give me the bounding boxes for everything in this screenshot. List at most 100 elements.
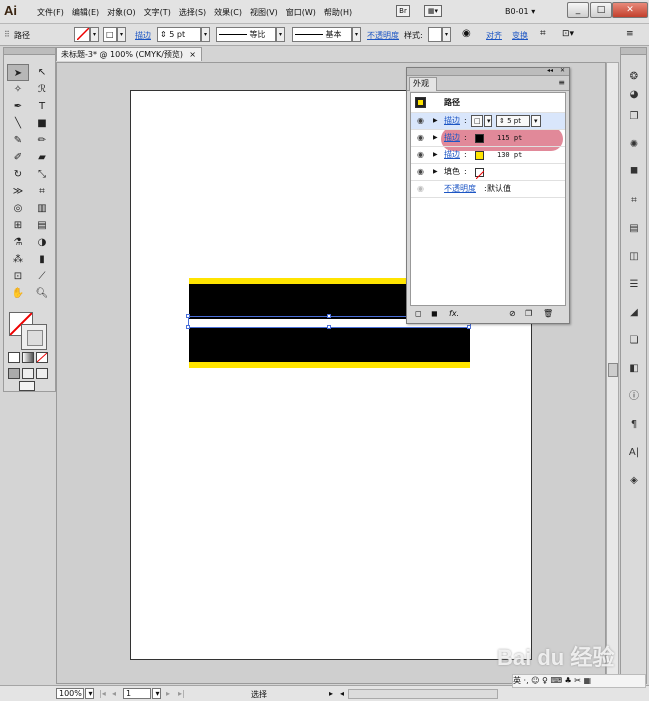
mesh-tool-icon[interactable]: ⊞ [7, 217, 29, 234]
panel-options-icon[interactable]: ≡ [558, 78, 565, 87]
last-artboard-icon[interactable]: ▸| [178, 689, 185, 698]
variable-width-profile[interactable]: 等比 [216, 27, 276, 42]
color-button[interactable] [8, 352, 20, 363]
close-panel-icon[interactable]: ✕ [560, 67, 565, 74]
opacity-link[interactable]: 不透明度 [367, 30, 399, 41]
handle-bottom-center[interactable] [327, 325, 331, 329]
menu-select[interactable]: 选择(S) [175, 7, 210, 18]
perspective-grid-tool-icon[interactable]: ▥ [31, 200, 53, 217]
menu-help[interactable]: 帮助(H) [320, 7, 356, 18]
magic-wand-tool-icon[interactable]: ✧ [7, 81, 29, 98]
minimize-button[interactable]: _ [567, 2, 589, 18]
zoom-level-field[interactable]: 100% [56, 688, 84, 699]
status-menu-icon[interactable]: ▸ [329, 689, 333, 698]
expand-triangle-icon[interactable]: ▶ [433, 147, 438, 163]
lasso-tool-icon[interactable]: ℛ [31, 81, 53, 98]
zoom-tool-icon[interactable]: 🔍︎ [31, 285, 53, 302]
panel-menu-icon[interactable]: ≡ [626, 29, 634, 39]
recolor-icon[interactable]: ◉ [462, 28, 471, 39]
visibility-eye-icon[interactable]: ◉ [417, 130, 424, 146]
pathfinder-icon[interactable]: ◫ [626, 250, 642, 264]
pen-tool-icon[interactable]: ✒ [7, 98, 29, 115]
collapse-panel-icon[interactable]: ◂◂ [547, 67, 553, 74]
handle-top-center[interactable] [327, 314, 331, 318]
opacity-row[interactable]: ◉ 不透明度 : 默认值 [411, 181, 565, 198]
handle-bottom-left[interactable] [186, 325, 190, 329]
brushes-icon[interactable]: ✺ [626, 138, 642, 152]
symbol-sprayer-tool-icon[interactable]: ⁂ [7, 251, 29, 268]
stroke-1-swatch-dropdown[interactable]: ▾ [484, 115, 492, 127]
rectangle-tool-icon[interactable]: ■ [31, 115, 53, 132]
stroke-swatch[interactable]: □ [103, 27, 117, 42]
clear-appearance-icon[interactable]: ⊘ [509, 309, 516, 318]
stroke-row-1[interactable]: ◉ ▶ 描边 : □ ▾ ⇕ 5 pt ▾ [411, 113, 565, 130]
free-transform-tool-icon[interactable]: ⌗ [31, 183, 53, 200]
visibility-eye-icon[interactable]: ◉ [417, 147, 424, 163]
stroke-1-weight-dropdown[interactable]: ▾ [531, 115, 541, 127]
color-icon[interactable]: ◕ [626, 88, 642, 102]
arrange-documents-icon[interactable]: ▦▾ [424, 5, 442, 17]
stroke-icon[interactable]: ☰ [626, 278, 642, 292]
draw-normal-icon[interactable] [8, 368, 20, 379]
add-effect-button[interactable]: fx. [449, 309, 459, 318]
gradient-icon[interactable]: ◢ [626, 306, 642, 320]
paintbrush-tool-icon[interactable]: ✎ [7, 132, 29, 149]
vertical-scrollbar[interactable] [606, 62, 619, 684]
handle-bottom-right[interactable] [467, 325, 471, 329]
align-icon[interactable]: ▤ [626, 222, 642, 236]
rotate-tool-icon[interactable]: ↻ [7, 166, 29, 183]
visibility-eye-icon[interactable]: ◉ [417, 113, 424, 129]
duplicate-item-icon[interactable]: ❐ [525, 309, 532, 318]
swatches-icon[interactable]: ❐ [626, 110, 642, 124]
artboard-tool-icon[interactable]: ⊡ [7, 268, 29, 285]
previous-artboard-icon[interactable]: ◂ [112, 689, 116, 698]
transform-link[interactable]: 变换 [512, 30, 528, 41]
scale-tool-icon[interactable]: ⤡ [31, 166, 53, 183]
close-window-button[interactable]: ✕ [612, 2, 648, 18]
column-graph-tool-icon[interactable]: ▮ [31, 251, 53, 268]
width-tool-icon[interactable]: ≫ [7, 183, 29, 200]
menu-window[interactable]: 窗口(W) [282, 7, 320, 18]
maximize-button[interactable]: □ [590, 2, 612, 18]
menu-edit[interactable]: 编辑(E) [68, 7, 103, 18]
menu-file[interactable]: 文件(F) [33, 7, 68, 18]
transparency-icon[interactable]: ❏ [626, 334, 642, 348]
menu-object[interactable]: 对象(O) [103, 7, 140, 18]
stroke-3-swatch[interactable] [475, 151, 484, 160]
line-tool-icon[interactable]: ╲ [7, 115, 29, 132]
document-tab[interactable]: 未标题-3* @ 100% (CMYK/预览) × [56, 47, 202, 61]
horizontal-scrollbar[interactable] [348, 689, 498, 699]
stroke-row-3[interactable]: ◉ ▶ 描边 : 130 pt [411, 147, 565, 164]
first-artboard-icon[interactable]: |◂ [99, 689, 106, 698]
stroke-dropdown[interactable]: ▾ [117, 27, 126, 42]
stroke-1-swatch[interactable]: □ [471, 115, 483, 127]
layers-icon[interactable]: ◈ [626, 474, 642, 488]
brush-dropdown[interactable]: ▾ [352, 27, 361, 42]
add-new-stroke-icon[interactable]: ◻ [415, 309, 422, 318]
tab-appearance[interactable]: 外观 [409, 77, 437, 91]
fill-dropdown[interactable]: ▾ [90, 27, 99, 42]
selection-tool-icon[interactable]: ➤ [7, 64, 29, 81]
expand-triangle-icon[interactable]: ▶ [433, 113, 438, 129]
pencil-tool-icon[interactable]: ✏ [31, 132, 53, 149]
slice-tool-icon[interactable]: ⟋ [31, 268, 53, 285]
menu-effect[interactable]: 效果(C) [210, 7, 246, 18]
bridge-icon[interactable]: Br [396, 5, 410, 17]
stroke-weight-dropdown[interactable]: ▾ [201, 27, 210, 42]
scroll-left-icon[interactable]: ◂ [340, 689, 344, 698]
menu-type[interactable]: 文字(T) [140, 7, 175, 18]
eraser-tool-icon[interactable]: ▰ [31, 149, 53, 166]
type-tool-icon[interactable]: T [31, 98, 53, 115]
add-new-fill-icon[interactable]: ◼ [431, 309, 438, 318]
fill-none-swatch[interactable] [475, 168, 485, 180]
appearance-icon[interactable]: ◧ [626, 362, 642, 376]
style-dropdown[interactable]: ▾ [442, 27, 451, 42]
ime-tray[interactable]: 英 ·, ☺ ♀ ⌨ ♣ ✂ ▦ [512, 674, 646, 688]
brush-definition[interactable]: 基本 [292, 27, 352, 42]
artboard-number-field[interactable]: 1 [123, 688, 151, 699]
gradient-tool-icon[interactable]: ▤ [31, 217, 53, 234]
blend-tool-icon[interactable]: ◑ [31, 234, 53, 251]
stroke-2-swatch[interactable] [475, 134, 484, 143]
stroke-row-2[interactable]: ◉ ▶ 描边 : 115 pt [411, 130, 565, 147]
hand-tool-icon[interactable]: ✋ [7, 285, 29, 302]
